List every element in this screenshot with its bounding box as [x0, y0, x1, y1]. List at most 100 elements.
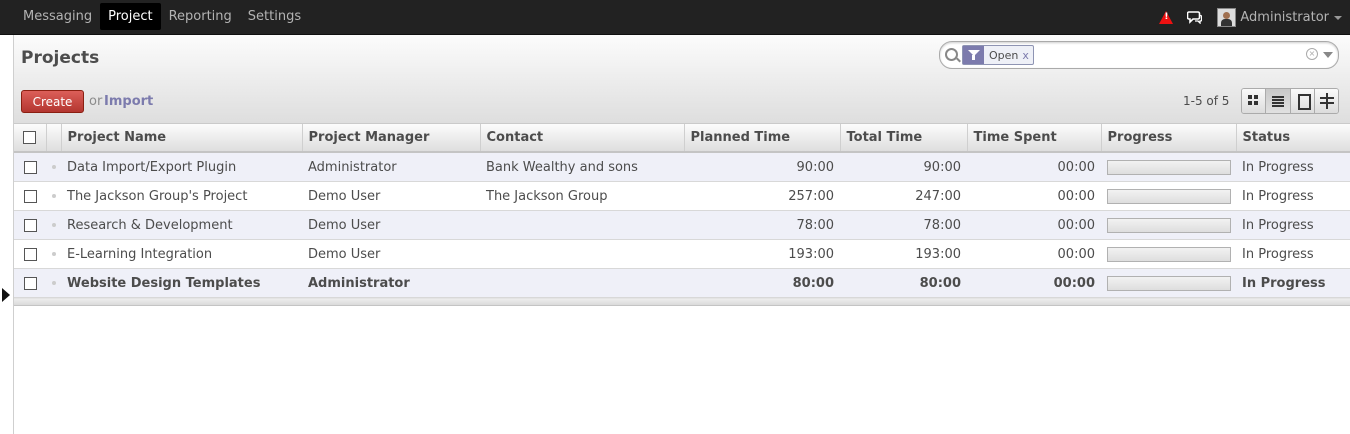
cell-project-manager[interactable]: Demo User	[302, 181, 480, 211]
left-panel-edge	[0, 35, 14, 434]
cell-contact[interactable]: Bank Wealthy and sons	[480, 152, 684, 182]
cell-total-time[interactable]: 247:00	[840, 181, 967, 211]
table-row[interactable]: Website Design Templates Administrator 80:…	[14, 268, 1350, 298]
menu-project[interactable]: Project	[100, 3, 161, 30]
control-panel: Projects Open x × Create or Import 1-5 o…	[14, 35, 1350, 124]
row-handle-icon	[51, 223, 56, 227]
table-row[interactable]: Data Import/Export Plugin Administrator Ba…	[14, 152, 1350, 182]
cell-planned-time[interactable]: 193:00	[684, 239, 840, 269]
row-checkbox[interactable]	[23, 189, 37, 203]
cell-status[interactable]: In Progress	[1236, 181, 1350, 211]
cell-project-manager[interactable]: Demo User	[302, 239, 480, 269]
column-header-progress[interactable]: Progress	[1101, 124, 1237, 153]
column-header-status[interactable]: Status	[1236, 124, 1350, 153]
menu-settings[interactable]: Settings	[240, 3, 309, 30]
handle-column-header	[46, 124, 62, 153]
cell-project-name[interactable]: Data Import/Export Plugin	[61, 152, 302, 182]
cell-total-time[interactable]: 90:00	[840, 152, 967, 182]
cell-status[interactable]: In Progress	[1236, 239, 1350, 269]
cell-progress[interactable]	[1101, 268, 1236, 298]
search-icon[interactable]	[945, 48, 958, 61]
table-footer	[14, 297, 1350, 306]
cell-progress[interactable]	[1101, 152, 1236, 182]
column-header-time-spent[interactable]: Time Spent	[967, 124, 1102, 153]
cell-planned-time[interactable]: 90:00	[684, 152, 840, 182]
cell-progress[interactable]	[1101, 239, 1236, 269]
cell-status[interactable]: In Progress	[1236, 210, 1350, 240]
cell-total-time[interactable]: 80:00	[840, 268, 967, 298]
row-handle-icon	[51, 281, 56, 285]
cell-project-name[interactable]: Website Design Templates	[61, 268, 302, 298]
cell-project-name[interactable]: The Jackson Group's Project	[61, 181, 302, 211]
pager-value[interactable]: 1-5 of 5	[1183, 94, 1229, 108]
top-menu-bar: Messaging Project Reporting Settings Adm…	[0, 0, 1350, 35]
cell-total-time[interactable]: 78:00	[840, 210, 967, 240]
column-header-planned-time[interactable]: Planned Time	[684, 124, 841, 153]
row-checkbox[interactable]	[23, 276, 37, 290]
or-label: or	[89, 94, 103, 109]
cell-contact[interactable]	[480, 210, 684, 240]
table-row[interactable]: The Jackson Group's Project Demo User The …	[14, 181, 1350, 211]
menu-messaging[interactable]: Messaging	[15, 3, 100, 30]
table-header-row: Project Name Project Manager Contact Pla…	[14, 124, 1350, 153]
cell-time-spent[interactable]: 00:00	[967, 152, 1101, 182]
cell-time-spent[interactable]: 00:00	[967, 268, 1101, 298]
cell-project-manager[interactable]: Demo User	[302, 210, 480, 240]
search-options-dropdown-icon[interactable]	[1323, 52, 1333, 58]
list-view-icon[interactable]	[1266, 89, 1291, 113]
cell-project-manager[interactable]: Administrator	[302, 152, 480, 182]
cell-total-time[interactable]: 193:00	[840, 239, 967, 269]
select-all-checkbox[interactable]	[23, 131, 37, 144]
cell-time-spent[interactable]: 00:00	[967, 181, 1101, 211]
cell-contact[interactable]: The Jackson Group	[480, 181, 684, 211]
form-view-icon[interactable]	[1290, 89, 1315, 113]
user-menu-label[interactable]: Administrator	[1240, 10, 1329, 25]
user-menu-caret-icon[interactable]	[1334, 16, 1342, 20]
cell-progress[interactable]	[1101, 210, 1236, 240]
progress-bar	[1107, 275, 1231, 291]
expand-panel-icon[interactable]	[2, 288, 10, 302]
alert-icon[interactable]	[1159, 10, 1174, 24]
row-handle-icon	[51, 165, 56, 169]
cell-planned-time[interactable]: 80:00	[684, 268, 840, 298]
table-row[interactable]: E-Learning Integration Demo User 193:00 193…	[14, 239, 1350, 269]
cell-planned-time[interactable]: 78:00	[684, 210, 840, 240]
cell-time-spent[interactable]: 00:00	[967, 210, 1101, 240]
progress-bar	[1107, 246, 1231, 262]
row-checkbox[interactable]	[23, 160, 37, 174]
search-facet-filter[interactable]: Open x	[962, 45, 1034, 65]
view-switcher	[1241, 88, 1339, 114]
menu-reporting[interactable]: Reporting	[161, 3, 240, 30]
user-avatar[interactable]	[1217, 7, 1237, 27]
row-checkbox-cell	[14, 268, 46, 298]
column-header-contact[interactable]: Contact	[480, 124, 685, 153]
search-box[interactable]: Open x ×	[939, 41, 1339, 69]
cell-planned-time[interactable]: 257:00	[684, 181, 840, 211]
column-header-project-manager[interactable]: Project Manager	[302, 124, 481, 153]
gantt-view-icon[interactable]	[1314, 89, 1338, 113]
cell-time-spent[interactable]: 00:00	[967, 239, 1101, 269]
chat-icon[interactable]	[1187, 10, 1203, 25]
cell-status[interactable]: In Progress	[1236, 268, 1350, 298]
table-row[interactable]: Research & Development Demo User 78:00 78:0…	[14, 210, 1350, 240]
cell-contact[interactable]	[480, 239, 684, 269]
cell-status[interactable]: In Progress	[1236, 152, 1350, 182]
cell-progress[interactable]	[1101, 181, 1236, 211]
import-link[interactable]: Import	[104, 94, 153, 109]
row-checkbox[interactable]	[23, 247, 37, 261]
row-handle-cell	[46, 152, 61, 182]
facet-remove-button[interactable]: x	[1022, 49, 1033, 62]
kanban-view-icon[interactable]	[1242, 89, 1267, 113]
column-header-project-name[interactable]: Project Name	[61, 124, 303, 153]
row-checkbox-cell	[14, 239, 46, 269]
clear-search-icon[interactable]: ×	[1306, 48, 1318, 60]
cell-contact[interactable]	[480, 268, 684, 298]
row-checkbox[interactable]	[23, 218, 37, 232]
cell-project-manager[interactable]: Administrator	[302, 268, 480, 298]
row-checkbox-cell	[14, 152, 46, 182]
column-header-total-time[interactable]: Total Time	[840, 124, 968, 153]
cell-project-name[interactable]: E-Learning Integration	[61, 239, 302, 269]
cell-project-name[interactable]: Research & Development	[61, 210, 302, 240]
create-button[interactable]: Create	[21, 90, 84, 113]
systray: Administrator	[1159, 0, 1342, 34]
